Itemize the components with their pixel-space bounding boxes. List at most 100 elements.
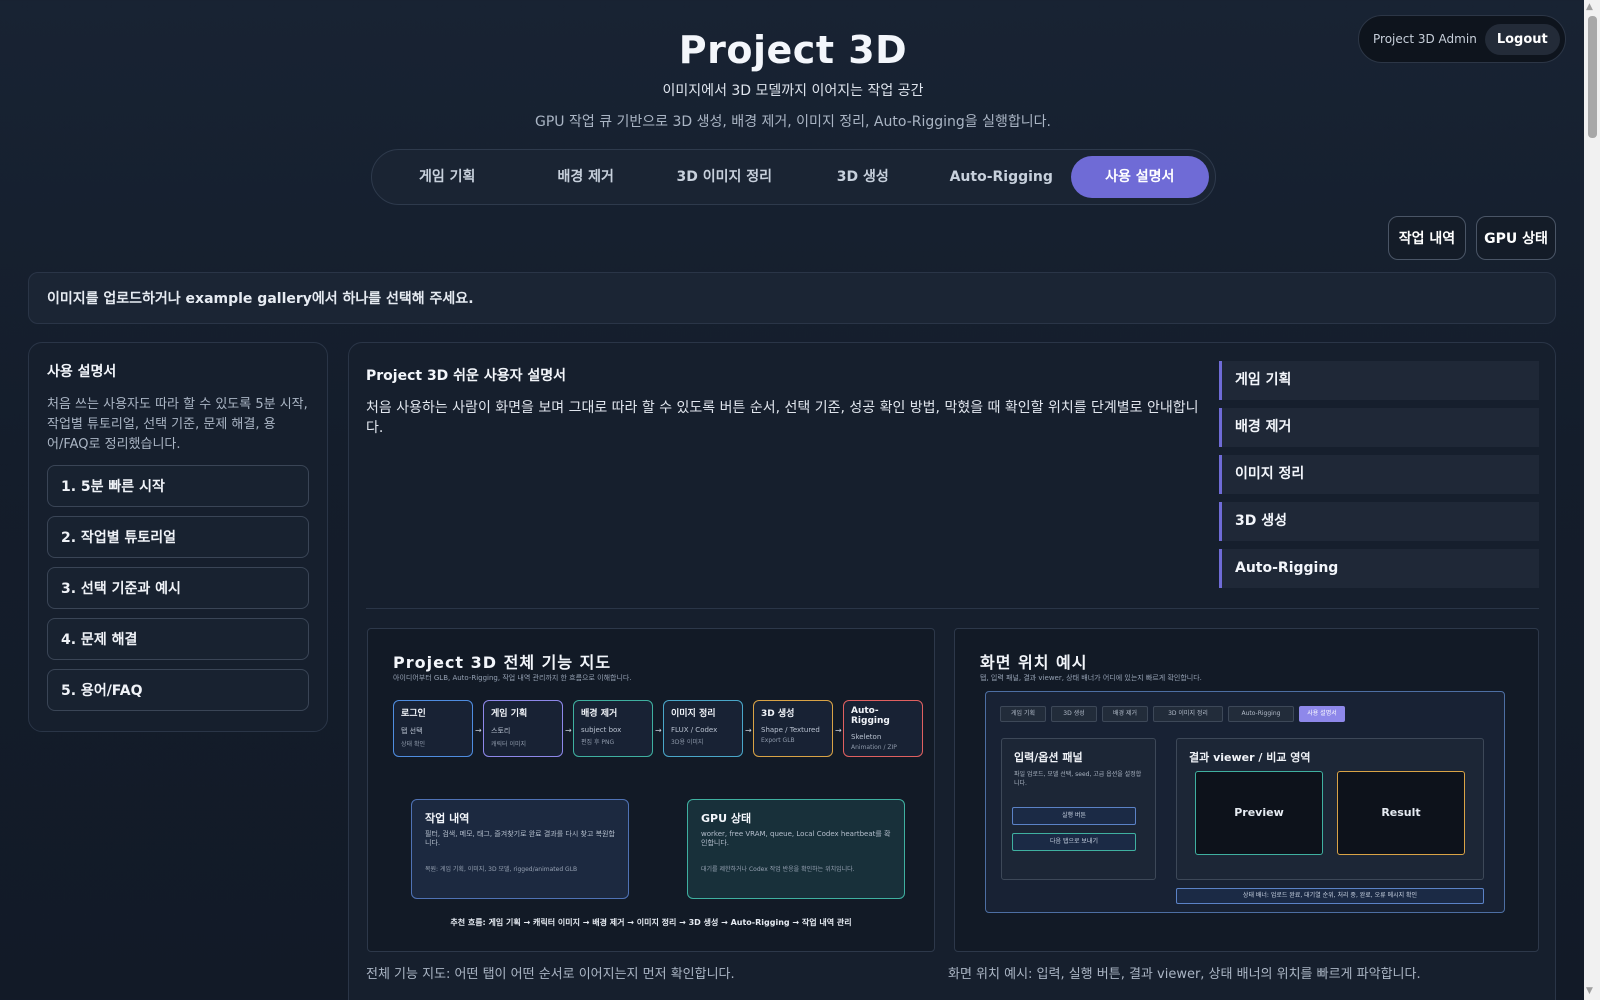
gpu-summary-note: 대기를 제한하거나 Codex 작업 반응을 확인하는 위치입니다.: [701, 866, 855, 873]
history-summary-note: 복원: 게임 기획, 이미지, 3D 모델, rigged/animated G…: [425, 866, 578, 873]
flow-step-detail: Skeleton: [851, 733, 882, 741]
mockup-status-banner: 상태 배너: 업로드 완료, 대기열 순위, 처리 중, 완료, 오류 메시지 …: [1176, 888, 1484, 904]
flow-step-name: 배경 제거: [581, 709, 618, 719]
flow-step-name: 로그인: [401, 709, 426, 719]
app-subtitle: 이미지에서 3D 모델까지 이어지는 작업 공간: [662, 83, 924, 99]
mockup-input-title: 입력/옵션 패널: [1014, 751, 1083, 764]
guide-toc: 게임 기획 배경 제거 이미지 정리 3D 생성 Auto-Rigging: [1219, 361, 1539, 596]
main-tabs: 게임 기획 배경 제거 3D 이미지 정리 3D 생성 Auto-Rigging…: [371, 149, 1216, 205]
history-summary-card: 작업 내역 필터, 검색, 메모, 태그, 즐겨찾기로 완료 결과를 다시 찾고…: [411, 799, 629, 899]
toc-item-3d-generation[interactable]: 3D 생성: [1219, 502, 1539, 541]
mockup-input-panel: 입력/옵션 패널 파일 업로드, 모델 선택, seed, 고급 옵션을 설정합…: [1001, 738, 1156, 880]
feature-map-title: Project 3D 전체 기능 지도: [393, 653, 612, 672]
scroll-up-icon[interactable]: ▲: [1586, 2, 1593, 12]
flow-step-name: 게임 기획: [491, 709, 528, 719]
guide-item-troubleshooting[interactable]: 4. 문제 해결: [47, 618, 309, 660]
flow-step: Auto-Rigging Skeleton Animation / ZIP: [843, 700, 923, 757]
flow-step: 3D 생성 Shape / Textured Export GLB: [753, 700, 833, 757]
mockup-tab: 3D 생성: [1051, 706, 1097, 722]
screen-mockup: 게임 기획 3D 생성 배경 제거 3D 이미지 정리 Auto-Rigging…: [985, 691, 1505, 913]
guide-item-quick-start[interactable]: 1. 5분 빠른 시작: [47, 465, 309, 507]
feature-map-subtitle: 아이디어부터 GLB, Auto-Rigging, 작업 내역 관리까지 한 흐…: [393, 674, 632, 682]
arrow-icon: →: [745, 726, 752, 735]
flow-step-detail: 탭 선택: [401, 727, 423, 735]
flow-step-detail: Animation / ZIP: [851, 744, 897, 751]
scrollbar-thumb[interactable]: [1588, 16, 1597, 138]
flow-step-detail: 상태 확인: [401, 741, 425, 748]
toc-item-game-planning[interactable]: 게임 기획: [1219, 361, 1539, 400]
arrow-icon: →: [565, 726, 572, 735]
guide-sidebar: 사용 설명서 처음 쓰는 사용자도 따라 할 수 있도록 5분 시작, 작업별 …: [28, 342, 328, 732]
scroll-down-icon[interactable]: ▼: [1586, 986, 1593, 996]
guide-item-faq[interactable]: 5. 용어/FAQ: [47, 669, 309, 711]
history-button[interactable]: 작업 내역: [1388, 216, 1466, 260]
screen-map-title: 화면 위치 예시: [980, 653, 1088, 672]
status-banner: 이미지를 업로드하거나 example gallery에서 하나를 선택해 주세…: [28, 272, 1556, 324]
flow-step: 이미지 정리 FLUX / Codex 3D용 이미지: [663, 700, 743, 757]
mockup-tab: 3D 이미지 정리: [1153, 706, 1223, 722]
mockup-tab: 게임 기획: [1000, 706, 1046, 722]
guide-description: 처음 사용하는 사람이 화면을 보며 그대로 따라 할 수 있도록 버튼 순서,…: [366, 400, 1199, 436]
arrow-icon: →: [655, 726, 662, 735]
guide-sidebar-description: 처음 쓰는 사용자도 따라 할 수 있도록 5분 시작, 작업별 튜토리얼, 선…: [47, 397, 308, 452]
mockup-tab-active: 사용 설명서: [1299, 706, 1345, 722]
flow-step-name: 이미지 정리: [671, 709, 716, 719]
app-title: Project 3D: [678, 28, 908, 72]
logout-button[interactable]: Logout: [1484, 23, 1560, 55]
flow-step-detail: Shape / Textured: [761, 726, 820, 734]
guide-item-selection-criteria[interactable]: 3. 선택 기준과 예시: [47, 567, 309, 609]
toc-item-image-cleanup[interactable]: 이미지 정리: [1219, 455, 1539, 494]
mockup-result-title: 결과 viewer / 비교 영역: [1189, 751, 1311, 764]
flow-step: 로그인 탭 선택 상태 확인: [393, 700, 473, 757]
flow-step-detail: 캐릭터 이미지: [491, 741, 527, 748]
mockup-next-tab-button: 다음 탭으로 보내기: [1012, 833, 1136, 851]
account-name: Project 3D Admin: [1373, 32, 1477, 46]
gpu-summary-card: GPU 상태 worker, free VRAM, queue, Local C…: [687, 799, 905, 899]
recommended-flow: 추천 흐름: 게임 기획 → 캐릭터 이미지 → 배경 제거 → 이미지 정리 …: [450, 918, 852, 927]
guide-title: Project 3D 쉬운 사용자 설명서: [366, 368, 566, 384]
mockup-preview-box: Preview: [1195, 771, 1323, 855]
gpu-summary-desc: worker, free VRAM, queue, Local Codex he…: [701, 830, 891, 847]
feature-map-card: Project 3D 전체 기능 지도 아이디어부터 GLB, Auto-Rig…: [367, 628, 935, 952]
mockup-result-box: Result: [1337, 771, 1465, 855]
tab-auto-rigging[interactable]: Auto-Rigging: [932, 156, 1071, 198]
app-description: GPU 작업 큐 기반으로 3D 생성, 배경 제거, 이미지 정리, Auto…: [535, 114, 1051, 130]
screen-map-subtitle: 탭, 입력 패널, 결과 viewer, 상태 배너가 어디에 있는지 빠르게 …: [980, 674, 1202, 682]
guide-item-tutorials[interactable]: 2. 작업별 튜토리얼: [47, 516, 309, 558]
flow-step-detail: FLUX / Codex: [671, 726, 718, 734]
mockup-tabs: 게임 기획 3D 생성 배경 제거 3D 이미지 정리 Auto-Rigging…: [1000, 706, 1345, 722]
mockup-tab: 배경 제거: [1102, 706, 1148, 722]
gpu-status-button[interactable]: GPU 상태: [1476, 216, 1556, 260]
feature-map-caption: 전체 기능 지도: 어떤 탭이 어떤 순서로 이어지는지 먼저 확인합니다.: [366, 967, 735, 982]
screen-map-caption: 화면 위치 예시: 입력, 실행 버튼, 결과 viewer, 상태 배너의 위…: [948, 967, 1421, 982]
page-scrollbar[interactable]: [1584, 0, 1600, 1000]
tab-3d-image-cleanup[interactable]: 3D 이미지 정리: [655, 156, 794, 198]
arrow-icon: →: [835, 726, 842, 735]
flow-step-detail: 3D용 이미지: [671, 739, 704, 746]
flow-step-name: Auto-Rigging: [851, 706, 890, 726]
arrow-icon: →: [475, 726, 482, 735]
tab-user-guide[interactable]: 사용 설명서: [1070, 156, 1209, 198]
flow-step-name: 3D 생성: [761, 709, 795, 719]
guide-content: Project 3D 쉬운 사용자 설명서 처음 사용하는 사람이 화면을 보며…: [348, 342, 1556, 1000]
tab-game-planning[interactable]: 게임 기획: [378, 156, 517, 198]
flow-step-detail: subject box: [581, 726, 622, 734]
tab-3d-generation[interactable]: 3D 생성: [794, 156, 933, 198]
toc-item-background-removal[interactable]: 배경 제거: [1219, 408, 1539, 447]
flow-step-detail: 편집 후 PNG: [581, 739, 615, 746]
flow-step-detail: 스토리: [491, 727, 511, 735]
mockup-tab: Auto-Rigging: [1228, 706, 1294, 722]
screen-map-card: 화면 위치 예시 탭, 입력 패널, 결과 viewer, 상태 배너가 어디에…: [954, 628, 1539, 952]
gpu-summary-title: GPU 상태: [701, 812, 752, 825]
history-summary-title: 작업 내역: [425, 812, 470, 825]
guide-sidebar-title: 사용 설명서: [47, 364, 117, 380]
section-divider: [366, 608, 1539, 609]
mockup-input-desc: 파일 업로드, 모델 선택, seed, 고급 옵션을 설정합니다.: [1014, 771, 1142, 787]
flow-step: 배경 제거 subject box 편집 후 PNG: [573, 700, 653, 757]
mockup-run-button: 실행 버튼: [1012, 807, 1136, 825]
toc-item-auto-rigging[interactable]: Auto-Rigging: [1219, 549, 1539, 588]
flow-step: 게임 기획 스토리 캐릭터 이미지: [483, 700, 563, 757]
mockup-result-panel: 결과 viewer / 비교 영역 Preview Result: [1176, 738, 1484, 880]
tab-background-removal[interactable]: 배경 제거: [517, 156, 656, 198]
account-pill: Project 3D Admin Logout: [1358, 15, 1566, 63]
